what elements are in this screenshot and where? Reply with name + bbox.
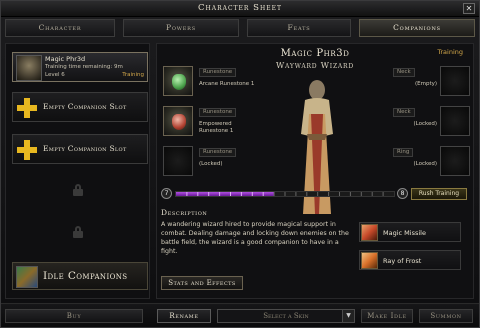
- progress-bar: [175, 191, 395, 197]
- next-rank-badge: 8: [397, 188, 408, 199]
- ray-of-frost-icon: [361, 252, 378, 269]
- neck-tag: Neck: [393, 108, 415, 117]
- companion-portrait: [16, 55, 42, 81]
- buy-button[interactable]: Buy: [5, 309, 143, 323]
- power-label: Magic Missile: [383, 229, 426, 237]
- chevron-down-icon: ▼: [342, 310, 354, 322]
- companion-level: Level 6: [45, 72, 65, 78]
- neck-label: (Empty): [414, 81, 437, 87]
- runestone-label: Arcane Runestone 1: [199, 81, 255, 87]
- companion-title: Magic Phr3d: [280, 48, 350, 59]
- character-sheet-window: Character Sheet ✕ Character Powers Feats…: [0, 0, 480, 328]
- tab-feats[interactable]: Feats: [247, 19, 351, 37]
- title-bar[interactable]: Character Sheet ✕: [1, 1, 479, 17]
- power-magic-missile[interactable]: Magic Missile: [359, 222, 461, 242]
- companion-slot-selected[interactable]: Magic Phr3d Training time remaining: 9m …: [12, 52, 148, 82]
- window-title: Character Sheet: [198, 3, 282, 13]
- neck-slot-2[interactable]: [440, 106, 470, 136]
- runestone-tag: Runestone: [199, 148, 237, 157]
- rush-training-button[interactable]: Rush Training: [411, 188, 467, 200]
- tab-companions[interactable]: Companions: [359, 19, 475, 37]
- rename-button[interactable]: Rename: [157, 309, 211, 323]
- ring-tag: Ring: [393, 148, 414, 157]
- magic-missile-icon: [361, 224, 378, 241]
- plus-icon: [17, 140, 37, 160]
- idle-companions-icon: [16, 266, 38, 288]
- runestone-slot-1[interactable]: [163, 66, 193, 96]
- runestone-label: Empowered Runestone 1: [199, 121, 234, 134]
- idle-companions-label: Idle Companions: [43, 270, 128, 282]
- training-status: Training: [437, 48, 463, 56]
- idle-companions-button[interactable]: Idle Companions: [12, 262, 148, 290]
- power-label: Ray of Frost: [383, 257, 422, 265]
- plus-icon: [17, 98, 37, 118]
- stats-and-effects-button[interactable]: Stats and Effects: [161, 276, 243, 290]
- runestone-tag: Runestone: [199, 68, 237, 77]
- neck-tag: Neck: [393, 68, 415, 77]
- skin-select[interactable]: Select a Skin ▼: [217, 309, 355, 323]
- runestone-slot-2[interactable]: [163, 106, 193, 136]
- empty-companion-slot[interactable]: Empty Companion Slot: [12, 134, 148, 164]
- summon-button[interactable]: Summon: [419, 309, 473, 323]
- runestone-label: (Locked): [199, 161, 223, 167]
- runestone-icon: [172, 74, 186, 90]
- tab-bar: Character Powers Feats Companions: [3, 18, 479, 38]
- training-time: Training time remaining: 9m: [45, 64, 123, 70]
- ring-slot[interactable]: [440, 146, 470, 176]
- tab-character[interactable]: Character: [5, 19, 115, 37]
- progress-ticks: [186, 192, 384, 196]
- runestone-slot-3[interactable]: [163, 146, 193, 176]
- lock-icon: [73, 184, 83, 196]
- companion-list-panel: Magic Phr3d Training time remaining: 9m …: [5, 43, 150, 299]
- neck-slot-1[interactable]: [440, 66, 470, 96]
- companion-status: Training: [122, 72, 144, 78]
- description-header: Description: [161, 208, 208, 217]
- skin-select-placeholder: Select a Skin: [263, 312, 309, 320]
- runestone-tag: Runestone: [199, 108, 237, 117]
- empty-slot-label: Empty Companion Slot: [43, 102, 127, 111]
- tab-powers[interactable]: Powers: [123, 19, 239, 37]
- neck-label: (Locked): [413, 121, 437, 127]
- training-progress: 7 8 Rush Training: [161, 188, 471, 200]
- empty-companion-slot[interactable]: Empty Companion Slot: [12, 92, 148, 122]
- make-idle-button[interactable]: Make Idle: [361, 309, 413, 323]
- ring-label: (Locked): [413, 161, 437, 167]
- runestone-icon: [172, 114, 186, 130]
- empty-slot-label: Empty Companion Slot: [43, 144, 127, 153]
- description-text: A wandering wizard hired to provide magi…: [161, 221, 349, 255]
- companion-detail-panel: Magic Phr3d Wayward Wizard Training Rune…: [156, 43, 474, 299]
- power-ray-of-frost[interactable]: Ray of Frost: [359, 250, 461, 270]
- companion-name: Magic Phr3d: [45, 55, 86, 63]
- current-rank-badge: 7: [161, 188, 172, 199]
- close-button[interactable]: ✕: [463, 3, 475, 14]
- lock-icon: [73, 226, 83, 238]
- bottom-action-bar: Buy Rename Select a Skin ▼ Make Idle Summ…: [1, 303, 479, 327]
